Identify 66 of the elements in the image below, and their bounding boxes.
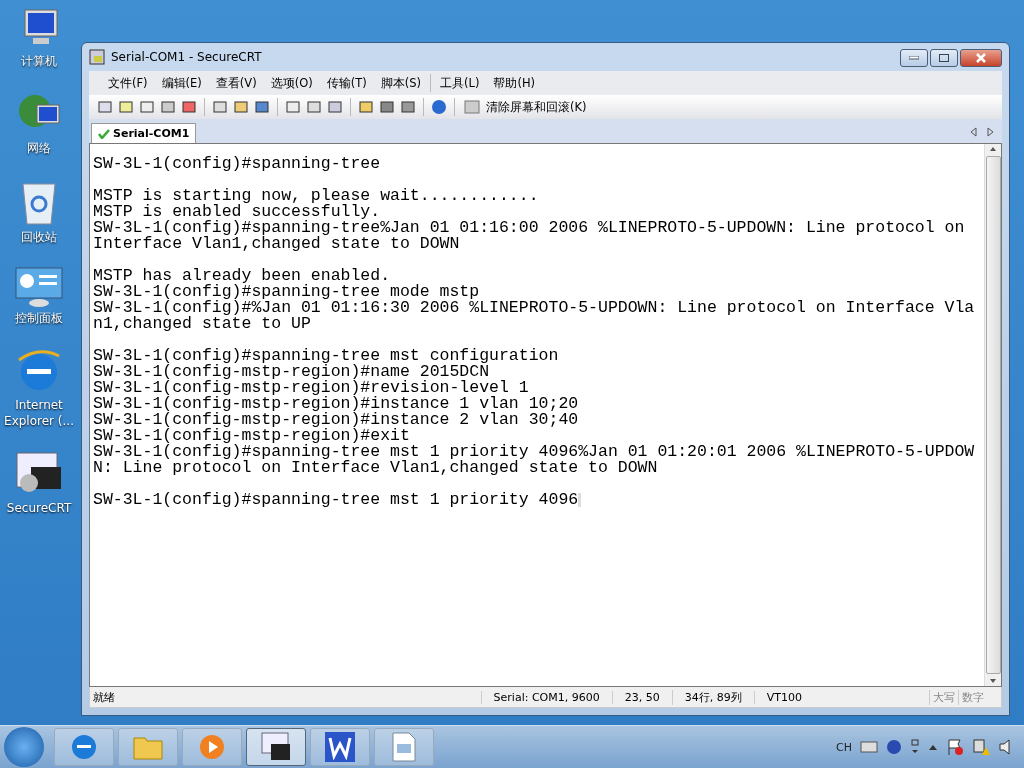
close-button[interactable] — [960, 49, 1002, 67]
minimize-icon — [909, 56, 919, 60]
minimize-button[interactable] — [900, 49, 928, 67]
terminal-line: SW-3L-1(config)#spanning-tree mode mstp — [93, 284, 481, 300]
network-warning-icon[interactable] — [972, 738, 990, 756]
terminal-line: SW-3L-1(config-mstp-region)#instance 1 vlan 10;20 — [93, 396, 580, 412]
menu-item[interactable]: 工具(L) — [433, 75, 487, 91]
menu-item[interactable]: 选项(O) — [263, 75, 320, 91]
scrollbar[interactable] — [984, 144, 1001, 686]
status-field: 34行, 89列 — [671, 689, 754, 705]
menu-item[interactable]: 传输(T) — [319, 75, 374, 91]
checkmark-icon — [98, 128, 110, 139]
keyboard-icon[interactable] — [860, 741, 878, 753]
w-letter-icon — [325, 732, 355, 762]
control-panel-icon[interactable] — [15, 267, 63, 307]
document-icon — [392, 732, 416, 762]
session-tab[interactable]: Serial-COM1 — [91, 123, 197, 143]
desktop-icon-label[interactable]: 网络 — [27, 140, 51, 156]
chevron-up-icon[interactable] — [928, 743, 938, 751]
terminal-line: SW-3L-1(config)#spanning-tree mst 1 priority 4096 — [93, 492, 984, 508]
language-indicator[interactable]: CH — [836, 740, 852, 754]
taskbar-app-button[interactable] — [246, 728, 306, 766]
terminal-line: SW-3L-1(config)#spanning-tree — [93, 156, 382, 172]
status-field: Serial: COM1, 9600 — [480, 690, 612, 704]
desktop-icon-label[interactable]: Internet Explorer (... — [1, 397, 77, 429]
app-window-icon — [89, 49, 105, 65]
terminal-line: SW-3L-1(config)#%Jan 01 01:16:30 2006 %LINEPROTO-5-UPDOWN: Line protocol on Interface Vla — [93, 300, 976, 316]
desktop-icon-label[interactable]: 控制面板 — [15, 310, 63, 326]
menu-item[interactable]: 编辑(E) — [154, 75, 209, 91]
play-icon — [199, 734, 225, 760]
menu-item[interactable]: 查看(V) — [208, 75, 264, 91]
terminal-line: MSTP is starting now, please wait............ — [93, 188, 540, 204]
desktop-icon-label[interactable]: SecureCRT — [6, 500, 72, 516]
taskbar-app-button[interactable] — [310, 728, 370, 766]
terminal-line: SW-3L-1(config-mstp-region)#exit — [93, 428, 410, 444]
maximize-button[interactable] — [930, 49, 958, 67]
menu-item[interactable]: 文件(F) — [101, 75, 155, 91]
terminal-line: MSTP is enabled successfully. — [93, 204, 381, 220]
terminal-line: SW-3L-1(config)#spanning-tree mst 1 priority 4096%Jan 01 01:20:01 2006 %LINEPROTO-5-UPDOW — [93, 444, 976, 460]
menu-item[interactable]: 脚本(S) — [373, 75, 428, 91]
tab-right-icon[interactable] — [987, 127, 994, 137]
terminal-line: SW-3L-1(config)#spanning-tree%Jan 01 01:16:00 2006 %LINEPROTO-5-UPDOWN: Line protocol on — [93, 220, 966, 236]
start-button[interactable] — [4, 727, 44, 767]
status-field: VT100 — [753, 690, 814, 704]
terminal-line: Interface Vlan1,changed state to DOWN — [93, 236, 461, 252]
clear-screen-button[interactable]: 清除屏幕和回滚(K) — [462, 99, 589, 115]
menu-item[interactable]: 帮助(H) — [486, 75, 542, 91]
terminal-line: N: Line protocol on Interface Vlan1,changed state to DOWN — [93, 460, 659, 476]
terminal-line: SW-3L-1(config-mstp-region)#instance 2 vlan 30;40 — [93, 412, 580, 428]
terminal-line: MSTP has already been enabled. — [93, 268, 391, 284]
status-message: 就绪 — [92, 689, 116, 705]
terminal-line: SW-3L-1(config)#spanning-tree mst configuration — [93, 348, 560, 364]
tab-left-icon[interactable] — [970, 127, 977, 137]
status-field: 23, 50 — [611, 690, 672, 704]
flag-icon[interactable] — [946, 738, 964, 756]
maximize-icon — [939, 54, 949, 62]
terminal-line: SW-3L-1(config-mstp-region)#revision-level 1 — [93, 380, 530, 396]
status-indicator: 数字 — [958, 689, 987, 705]
close-icon — [976, 53, 986, 63]
terminal-app-icon — [261, 732, 291, 762]
terminal-line: SW-3L-1(config-mstp-region)#name 2015DCN — [93, 364, 490, 380]
window-title: Serial-COM1 - SecureCRT — [111, 50, 263, 64]
status-indicator: 大写 — [929, 689, 958, 705]
terminal-line: n1,changed state to UP — [93, 316, 312, 332]
window-up-down-icon[interactable] — [910, 739, 920, 755]
desktop-icon-label[interactable]: 回收站 — [21, 229, 57, 245]
